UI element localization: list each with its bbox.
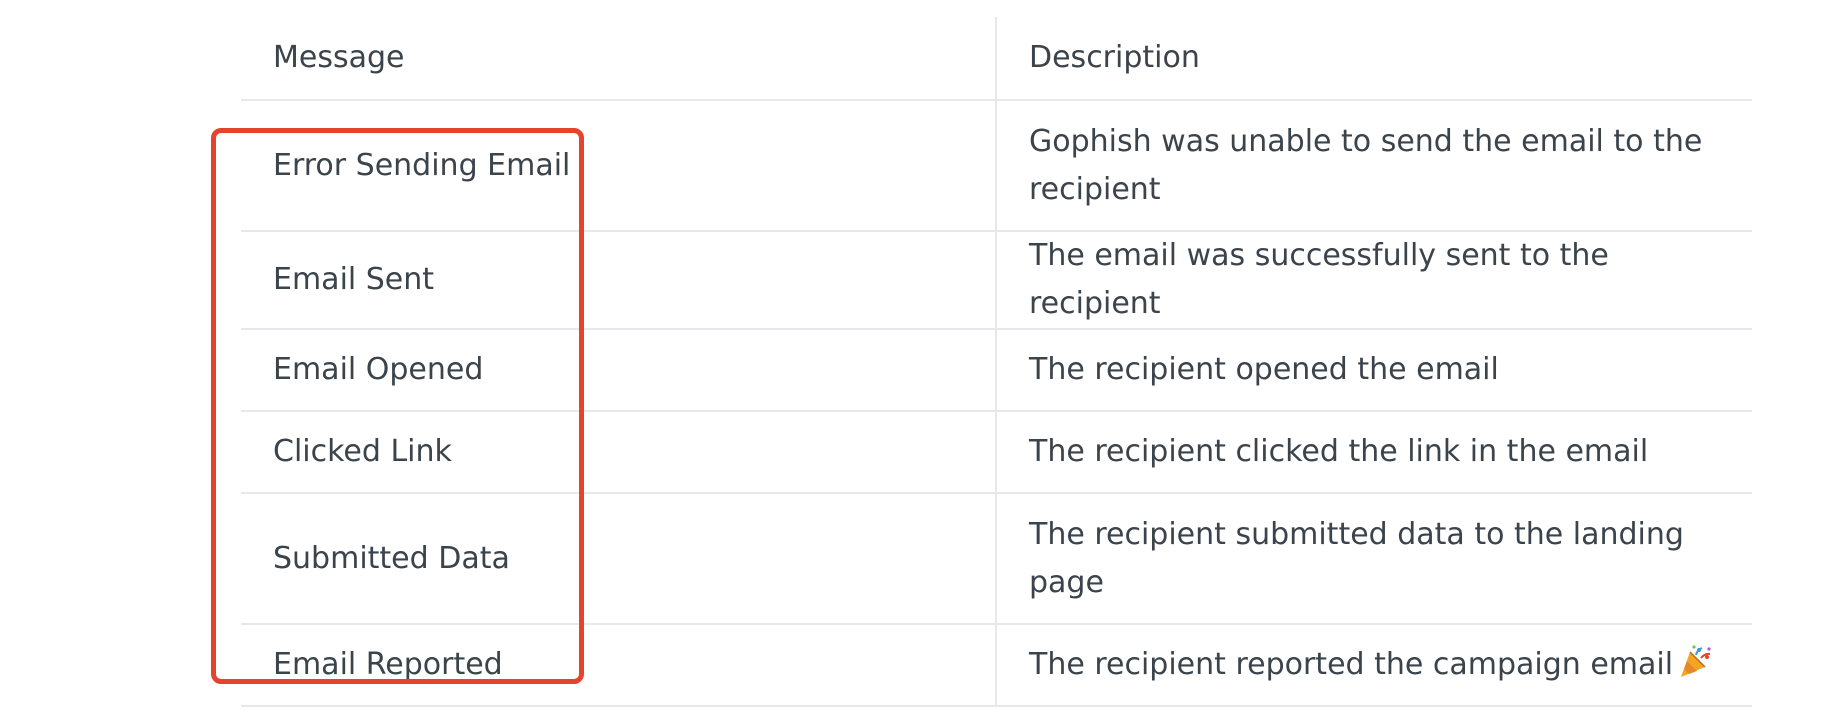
table-row: Clicked Link The recipient clicked the l…: [241, 411, 1752, 494]
table-row: Email Reported The recipient reported th…: [241, 624, 1752, 707]
description-cell: The recipient opened the email: [996, 329, 1752, 412]
message-cell: Email Reported: [241, 624, 997, 707]
table-row: Email Opened The recipient opened the em…: [241, 329, 1752, 412]
header-row: Message Description: [241, 17, 1752, 101]
message-cell: Submitted Data: [241, 493, 997, 625]
description-cell: Gophish was unable to send the email to …: [996, 100, 1752, 232]
description-text: The recipient reported the campaign emai…: [1029, 647, 1674, 682]
description-column-header: Description: [996, 17, 1752, 101]
message-cell: Error Sending Email: [241, 100, 997, 232]
message-column-header: Message: [241, 17, 997, 101]
description-cell: The recipient reported the campaign emai…: [996, 624, 1752, 707]
message-cell: Email Opened: [241, 329, 997, 412]
description-cell: The recipient clicked the link in the em…: [996, 411, 1752, 494]
party-popper-icon: [1677, 644, 1713, 680]
table-row: Error Sending Email Gophish was unable t…: [241, 100, 1752, 232]
table-row: Email Sent The email was successfully se…: [241, 231, 1752, 330]
description-cell: The recipient submitted data to the land…: [996, 493, 1752, 625]
table-body: Error Sending Email Gophish was unable t…: [241, 100, 1752, 707]
table-row: Submitted Data The recipient submitted d…: [241, 493, 1752, 625]
description-cell: The email was successfully sent to the r…: [996, 231, 1752, 330]
message-cell: Clicked Link: [241, 411, 997, 494]
message-cell: Email Sent: [241, 231, 997, 330]
table-header: Message Description: [241, 17, 1752, 101]
events-table: Message Description Error Sending Email …: [241, 17, 1752, 707]
